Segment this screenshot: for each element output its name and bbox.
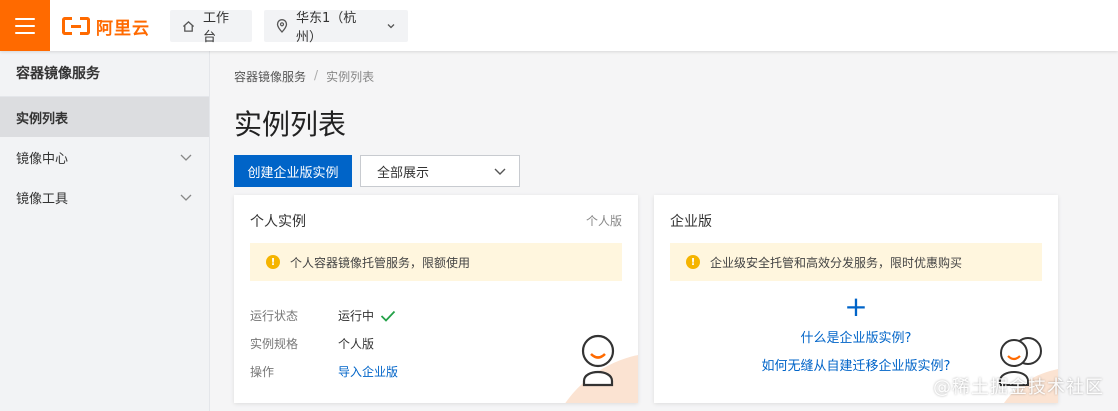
breadcrumb-item-current: 实例列表 — [326, 70, 375, 84]
notice-text: 个人容器镜像托管服务，限额使用 — [290, 255, 471, 270]
workbench-button[interactable]: 工作台 — [170, 10, 252, 45]
sidebar-title: 容器镜像服务 — [0, 51, 209, 97]
sidebar: 容器镜像服务 实例列表 镜像中心 镜像工具 — [0, 51, 210, 411]
info-row-status: 运行状态 运行中 — [250, 307, 396, 324]
info-row-action: 操作 导入企业版 — [250, 363, 398, 380]
chevron-down-icon — [387, 24, 395, 29]
add-enterprise-instance-button[interactable]: + — [654, 293, 1058, 321]
chevron-down-icon — [180, 154, 192, 161]
aliyun-logo[interactable]: 阿里云 — [62, 14, 150, 39]
watermark: @稀土掘金技术社区 — [933, 377, 1104, 398]
check-icon — [380, 310, 396, 322]
link-text: 什么是企业版实例? — [800, 331, 912, 346]
card-title: 企业版 — [670, 214, 712, 230]
info-value: 运行中 — [338, 307, 396, 324]
top-navigation-bar: 阿里云 工作台 华东1（杭州） — [0, 0, 1118, 51]
create-enterprise-instance-button[interactable]: 创建企业版实例 — [234, 155, 352, 187]
display-filter-value: 全部展示 — [377, 165, 430, 181]
info-key: 操作 — [250, 365, 275, 379]
sidebar-item-image-tools[interactable]: 镜像工具 — [0, 177, 209, 217]
sidebar-item-label: 实例列表 — [16, 111, 69, 127]
enterprise-instance-card: 企业版 ! 企业级安全托管和高效分发服务，限时优惠购买 + 什么是企业版实例? … — [654, 195, 1058, 403]
sidebar-item-label: 镜像工具 — [16, 191, 69, 207]
sidebar-item-label: 镜像中心 — [16, 151, 69, 167]
page-title: 实例列表 — [234, 108, 347, 141]
breadcrumb: 容器镜像服务 / 实例列表 — [234, 68, 374, 85]
display-filter-select[interactable]: 全部展示 — [360, 155, 520, 187]
status-text: 运行中 — [338, 309, 375, 323]
import-enterprise-link[interactable]: 导入企业版 — [338, 363, 398, 380]
sidebar-item-image-center[interactable]: 镜像中心 — [0, 137, 209, 177]
info-row-spec: 实例规格 个人版 — [250, 335, 374, 352]
personal-instance-card: 个人实例 个人版 ! 个人容器镜像托管服务，限额使用 运行状态 运行中 实例规格… — [234, 195, 638, 403]
location-pin-icon — [276, 19, 288, 33]
workbench-label: 工作台 — [203, 11, 230, 45]
warning-icon: ! — [686, 255, 700, 269]
brand-name: 阿里云 — [96, 18, 150, 39]
region-label: 华东1（杭州） — [296, 11, 357, 45]
region-selector[interactable]: 华东1（杭州） — [264, 10, 408, 45]
warning-icon: ! — [266, 255, 280, 269]
hamburger-menu-icon[interactable] — [0, 0, 50, 51]
chevron-down-icon — [180, 194, 192, 201]
info-key: 运行状态 — [250, 309, 299, 323]
link-text: 如何无缝从自建迁移企业版实例? — [761, 359, 951, 374]
sidebar-item-instance-list[interactable]: 实例列表 — [0, 97, 209, 137]
breadcrumb-separator: / — [314, 68, 319, 82]
chevron-down-icon — [494, 168, 506, 175]
home-icon — [182, 20, 195, 32]
info-value: 个人版 — [338, 337, 375, 351]
main-content: 容器镜像服务 / 实例列表 实例列表 创建企业版实例 全部展示 个人实例 个人版… — [210, 51, 1118, 411]
aliyun-logo-icon — [62, 17, 90, 35]
card-title: 个人实例 — [250, 214, 306, 230]
notice-text: 企业级安全托管和高效分发服务，限时优惠购买 — [710, 255, 963, 270]
person-illustration-icon — [565, 334, 638, 403]
notice-banner: ! 个人容器镜像托管服务，限额使用 — [250, 243, 622, 281]
notice-banner: ! 企业级安全托管和高效分发服务，限时优惠购买 — [670, 243, 1042, 281]
edition-tag: 个人版 — [585, 214, 622, 228]
breadcrumb-item-service[interactable]: 容器镜像服务 — [234, 68, 306, 85]
info-key: 实例规格 — [250, 337, 299, 351]
